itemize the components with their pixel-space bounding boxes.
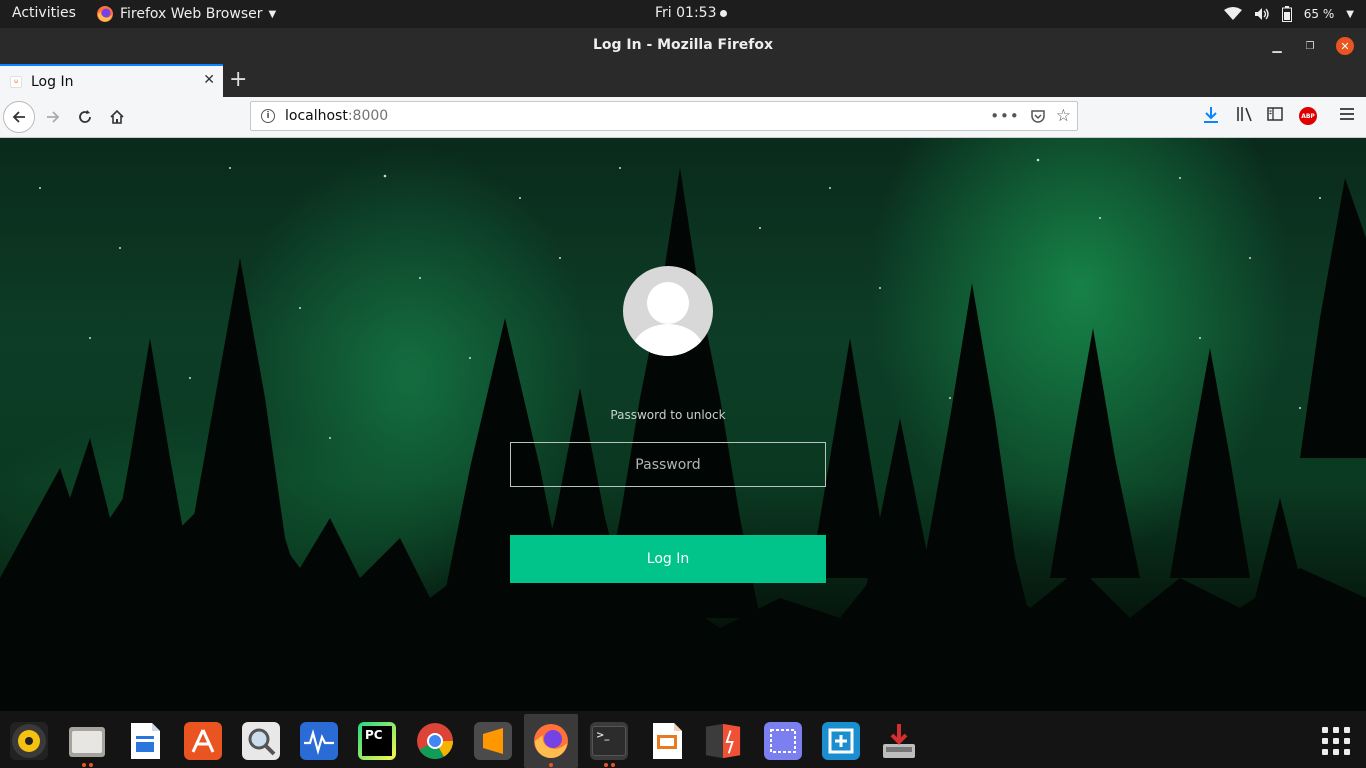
arrow-left-icon [12, 111, 25, 123]
user-head-icon [647, 282, 689, 324]
writer-icon[interactable] [126, 722, 164, 760]
chevron-down-icon: ▼ [1346, 8, 1354, 20]
maximize-button[interactable]: ❐ [1299, 28, 1321, 64]
log-in-button[interactable]: Log In [510, 535, 826, 583]
grid-dot-icon [1344, 738, 1350, 744]
monitor-icon[interactable] [300, 722, 338, 760]
reload-icon [79, 110, 91, 123]
grid-dot-icon [1344, 727, 1350, 733]
battery-level: 65 % [1303, 7, 1335, 21]
url-port: :8000 [347, 108, 389, 124]
installer-icon[interactable] [880, 722, 918, 760]
tab-label: Log In [31, 73, 74, 90]
window-title-bar[interactable]: Log In - Mozilla Firefox ▁ ❐ ✕ [0, 28, 1366, 64]
dock: PC >_ [0, 711, 1366, 768]
navigation-toolbar: i localhost:8000 ••• ☆ ABP [0, 97, 1366, 138]
grid-dot-icon [1344, 749, 1350, 755]
activities-button[interactable]: Activities [12, 5, 76, 21]
status-menu[interactable]: 65 % ▼ [1223, 3, 1354, 25]
arrow-right-icon [47, 111, 60, 123]
page-actions-icon[interactable]: ••• [990, 107, 1020, 125]
adblock-icon[interactable]: ABP [1299, 107, 1317, 125]
unlock-prompt: Password to unlock [610, 408, 726, 422]
user-body-icon [631, 324, 705, 356]
info-icon[interactable]: i [261, 109, 275, 123]
sidebar-icon [1267, 107, 1283, 121]
library-button[interactable] [1236, 106, 1254, 126]
running-indicator [89, 763, 93, 767]
hamburger-menu-icon [1340, 108, 1354, 120]
library-icon [1237, 107, 1252, 122]
battery-icon [1281, 6, 1292, 22]
new-tab-button[interactable]: + [229, 67, 247, 92]
home-icon [110, 109, 124, 124]
files-icon[interactable] [68, 722, 106, 760]
close-icon: ✕ [1336, 37, 1354, 55]
close-window-button[interactable]: ✕ [1334, 28, 1356, 64]
downloads-button[interactable] [1203, 106, 1219, 128]
back-button[interactable] [3, 101, 35, 133]
favicon-icon: u [10, 75, 22, 88]
window-title: Log In - Mozilla Firefox [592, 37, 774, 53]
grid-dot-icon [1322, 749, 1328, 755]
pocket-icon[interactable] [1030, 108, 1046, 124]
url-host: localhost [285, 108, 348, 124]
show-applications-button[interactable] [1322, 727, 1350, 755]
sidebar-button[interactable] [1267, 106, 1283, 125]
page-content: Password to unlock Log In [0, 138, 1366, 711]
grid-dot-icon [1322, 738, 1328, 744]
url-bar[interactable]: i localhost:8000 ••• ☆ [250, 101, 1078, 131]
grid-dot-icon [1333, 727, 1339, 733]
system-top-bar: Activities Firefox Web Browser ▼ Fri 01:… [0, 0, 1366, 28]
tab-log-in[interactable]: u Log In ✕ [0, 64, 223, 97]
wifi-icon [1223, 7, 1242, 20]
git-icon[interactable] [704, 722, 742, 760]
reload-button[interactable] [69, 101, 101, 133]
firefox-icon [97, 6, 113, 22]
running-indicator [611, 763, 615, 767]
download-icon [1204, 107, 1218, 123]
volume-icon [1254, 8, 1269, 20]
avatar [623, 266, 713, 356]
grid-dot-icon [1333, 738, 1339, 744]
sublime-icon[interactable] [474, 722, 512, 760]
chevron-down-icon: ▼ [268, 8, 277, 20]
bookmark-star-icon[interactable]: ☆ [1056, 106, 1071, 126]
chrome-icon[interactable] [416, 722, 454, 760]
notification-dot-icon [720, 9, 728, 17]
app-menu-label: Firefox Web Browser [120, 6, 263, 22]
running-indicator [549, 763, 553, 767]
minimize-icon: ▁ [1272, 39, 1282, 53]
password-input[interactable] [510, 442, 826, 487]
forest-background [0, 158, 1366, 711]
restore-icon: ❐ [1305, 40, 1315, 52]
tab-strip: u Log In ✕ + [0, 64, 1366, 97]
impress-icon[interactable] [648, 722, 686, 760]
clock[interactable]: Fri 01:53 [655, 5, 728, 21]
search-icon[interactable] [242, 722, 280, 760]
firefox-icon[interactable] [524, 714, 578, 768]
minimize-button[interactable]: ▁ [1266, 28, 1288, 64]
grid-dot-icon [1333, 749, 1339, 755]
home-button[interactable] [101, 101, 133, 133]
screen-capture-icon[interactable] [822, 722, 860, 760]
plus-icon: + [229, 67, 248, 92]
pycharm-icon[interactable]: PC [358, 722, 396, 760]
app-menu[interactable]: Firefox Web Browser ▼ [96, 3, 276, 25]
software-icon[interactable] [184, 722, 222, 760]
grid-dot-icon [1322, 727, 1328, 733]
menu-button[interactable] [1339, 106, 1355, 125]
clock-label: Fri 01:53 [655, 5, 717, 21]
screenshot-icon[interactable] [764, 722, 802, 760]
rhythmbox-icon[interactable] [10, 722, 48, 760]
forward-button[interactable] [37, 101, 69, 133]
terminal-icon[interactable]: >_ [590, 722, 628, 760]
close-tab-icon[interactable]: ✕ [203, 72, 215, 88]
running-indicator [604, 763, 608, 767]
running-indicator [82, 763, 86, 767]
